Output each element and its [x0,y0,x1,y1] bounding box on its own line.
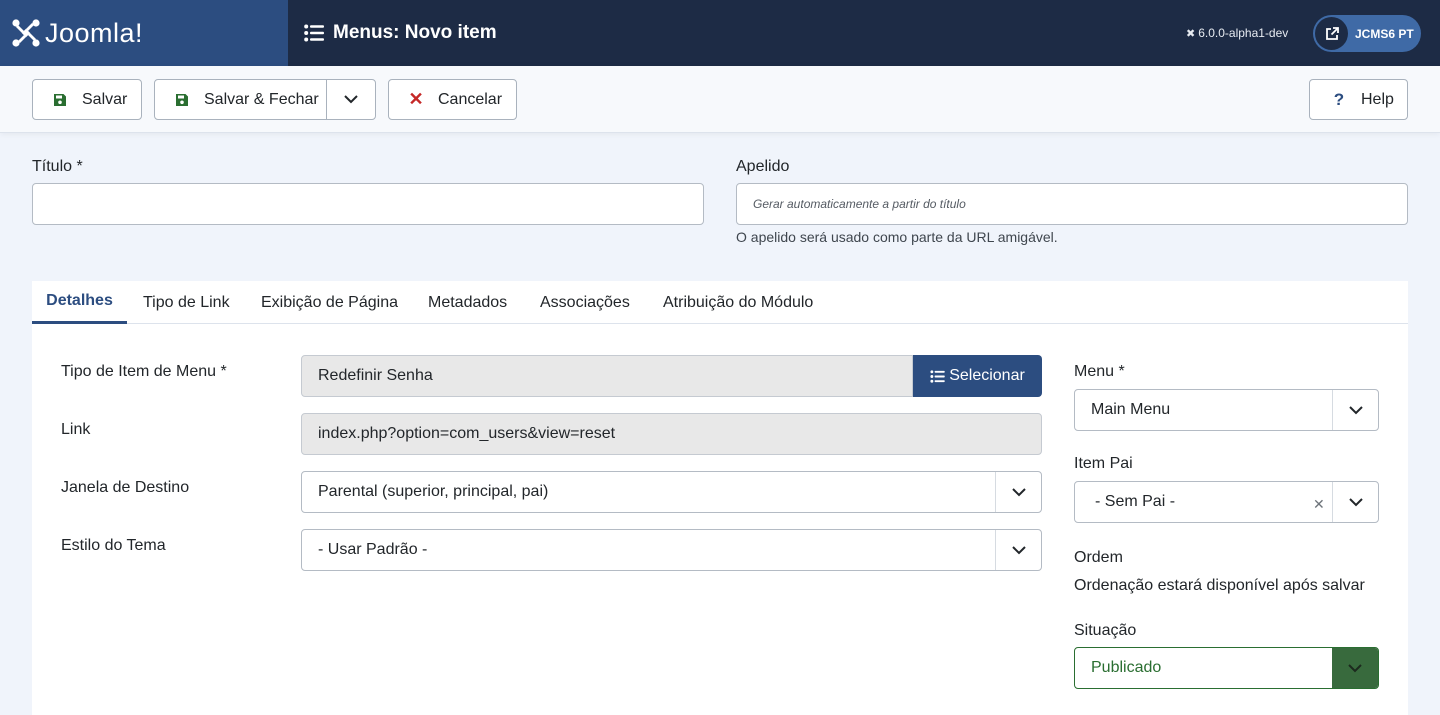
cancel-button[interactable]: ✕ Cancelar [388,79,517,120]
joomla-logo-icon [12,19,40,47]
title-label: Título * [32,158,83,175]
tab-bar: Detalhes Tipo de Link Exibição de Página… [32,281,1408,324]
menu-value: Main Menu [1091,401,1171,418]
save-button[interactable]: Salvar [32,79,142,120]
select-menu-item-type-button[interactable]: Selecionar [913,355,1042,397]
menu-item-type-label: Tipo de Item de Menu * [61,363,227,380]
chevron-down-icon [1332,390,1378,430]
app-header: Joomla! Menus: Novo item ✖ 6.0.0-alpha1-… [0,0,1440,66]
menu-item-type-field: Redefinir Senha [301,355,913,397]
save-icon [174,92,190,108]
alias-input[interactable]: Gerar automaticamente a partir do título [736,183,1408,225]
list-icon [930,369,945,383]
parent-item-select[interactable]: - Sem Pai - [1074,481,1379,523]
joomla-small-icon: ✖ [1186,27,1196,40]
chevron-down-icon [1332,648,1378,688]
tab-module-assignment[interactable]: Atribuição do Módulo [663,281,813,324]
tab-page-display[interactable]: Exibição de Página [261,281,398,324]
template-style-select[interactable]: - Usar Padrão - [301,529,1042,571]
question-icon: ? [1333,89,1345,109]
ordering-label: Ordem [1074,549,1123,566]
target-window-value: Parental (superior, principal, pai) [318,483,549,500]
clear-icon[interactable]: ✕ [1313,496,1325,513]
page-title-area: Menus: Novo item [304,0,497,66]
version-text: 6.0.0-alpha1-dev [1198,26,1289,40]
chevron-down-icon [1332,482,1378,522]
title-input[interactable] [32,183,704,225]
save-close-button[interactable]: Salvar & Fechar [155,80,327,119]
toolbar: Salvar Salvar & Fechar ✕ Cancelar ? Help [0,66,1440,133]
parent-item-value: - Sem Pai - [1095,493,1176,510]
ordering-text: Ordenação estará disponível após salvar [1074,577,1365,594]
tab-link-type[interactable]: Tipo de Link [143,281,230,324]
version-info: ✖ 6.0.0-alpha1-dev [1186,26,1288,40]
view-site-button[interactable]: JCMS6 PT [1313,15,1421,52]
target-window-label: Janela de Destino [61,479,190,496]
save-icon [52,92,68,108]
cancel-label: Cancelar [438,90,503,108]
status-value: Publicado [1091,659,1162,676]
save-options-dropdown[interactable] [327,80,375,119]
chevron-down-icon [995,472,1041,512]
link-label: Link [61,421,91,438]
tab-details[interactable]: Detalhes [32,281,127,324]
joomla-logo[interactable]: Joomla! [0,0,288,66]
alias-label: Apelido [736,158,790,175]
alias-hint: O apelido será usado como parte da URL a… [736,229,1058,245]
menu-label: Menu * [1074,363,1125,380]
link-field: index.php?option=com_users&view=reset [301,413,1042,455]
alias-placeholder: Gerar automaticamente a partir do título [753,197,966,211]
page-title: Menus: Novo item [333,22,497,43]
menu-item-type-value: Redefinir Senha [318,367,433,384]
help-button[interactable]: ? Help [1309,79,1408,120]
site-name-label: JCMS6 PT [1355,26,1414,41]
menu-select[interactable]: Main Menu [1074,389,1379,431]
link-value: index.php?option=com_users&view=reset [318,425,616,442]
save-close-label: Salvar & Fechar [204,90,319,108]
external-link-icon [1315,17,1348,50]
template-style-label: Estilo do Tema [61,537,166,554]
target-window-select[interactable]: Parental (superior, principal, pai) [301,471,1042,513]
chevron-down-icon [344,95,358,104]
select-button-label: Selecionar [949,367,1025,384]
parent-item-label: Item Pai [1074,455,1133,472]
chevron-down-icon [995,530,1041,570]
list-icon [304,24,324,42]
status-label: Situação [1074,622,1137,639]
status-select[interactable]: Publicado [1074,647,1379,689]
close-icon: ✕ [408,89,424,109]
save-label: Salvar [82,90,128,108]
logo-text: Joomla! [45,17,144,48]
tab-associations[interactable]: Associações [540,281,630,324]
help-label: Help [1361,90,1394,108]
save-close-group: Salvar & Fechar [154,79,376,120]
tab-metadata[interactable]: Metadados [428,281,507,324]
template-style-value: - Usar Padrão - [318,541,428,558]
